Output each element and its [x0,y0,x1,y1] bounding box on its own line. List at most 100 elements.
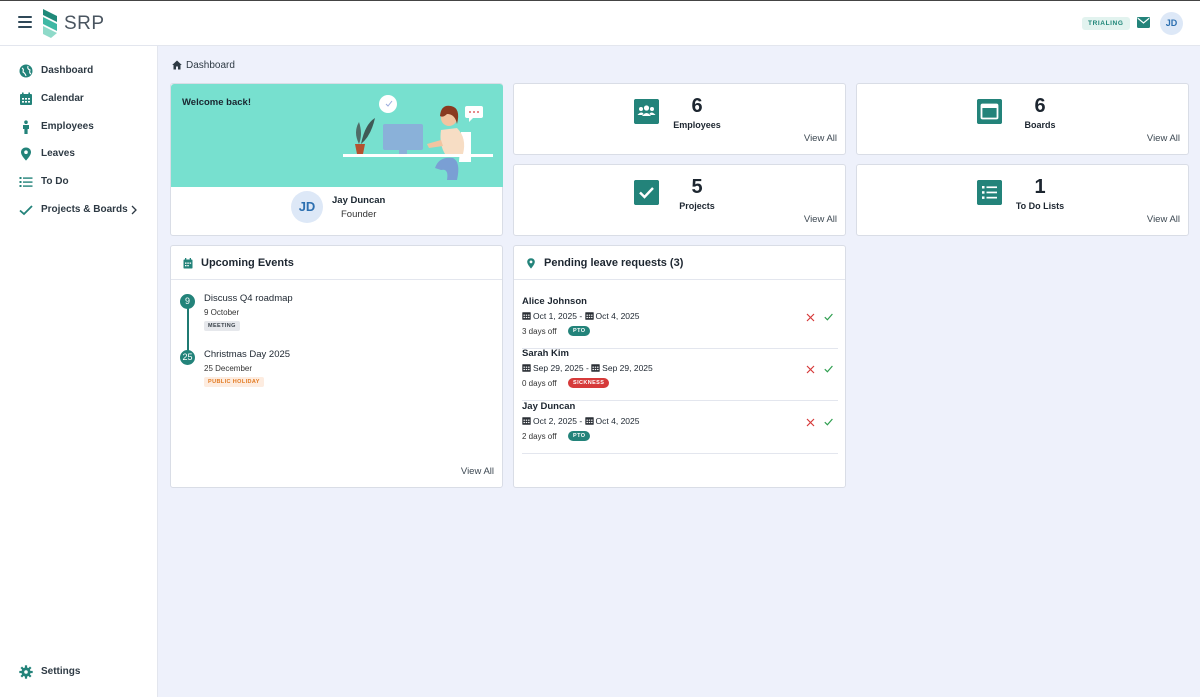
sidebar-item-employees[interactable]: Employees [0,116,157,138]
sidebar-item-label: Leaves [41,148,75,159]
sidebar-item-dashboard[interactable]: Dashboard [0,60,157,82]
upcoming-events-panel: Upcoming Events 9 Discuss Q4 roadmap 9 O… [170,245,503,488]
view-all-link[interactable]: View All [804,133,837,144]
leave-employee-name: Alice Johnson [522,296,587,307]
date-separator: - [579,311,583,321]
pending-leaves-panel: Pending leave requests (3) Alice Johnson… [513,245,846,488]
map-pin-icon [21,147,31,161]
event-date: 25 December [204,364,253,373]
welcome-banner: Welcome back! [171,84,503,187]
sidebar-item-label: Settings [41,666,81,677]
event-day-badge: 25 [180,350,195,365]
sidebar-item-label: Projects & Boards [41,204,128,215]
leave-date-range: Oct 2, 2025 - Oct 4, 2025 [522,416,640,426]
sidebar-item-settings[interactable]: Settings [0,661,157,683]
map-pin-icon [527,258,535,269]
calendar-icon [584,312,594,320]
stat-card-todo-lists: 1 To Do Lists View All [856,164,1189,236]
leave-end-date: Oct 4, 2025 [595,311,640,321]
calendar-icon [522,417,531,425]
leave-request-row: Alice Johnson Oct 1, 2025 - Oct 4, 2025 … [522,296,838,349]
top-bar: SRP TRIALING JD [0,0,1200,46]
leave-date-range: Sep 29, 2025 - Sep 29, 2025 [522,363,653,373]
board-icon [977,99,1002,124]
leave-end-date: Sep 29, 2025 [602,363,653,373]
calendar-icon [20,92,32,105]
stat-card-boards: 6 Boards View All [856,83,1189,155]
reject-icon[interactable] [806,313,815,322]
view-all-link[interactable]: View All [804,214,837,225]
list-icon [977,180,1002,205]
home-icon[interactable] [172,60,182,70]
event-date: 9 October [204,308,240,317]
chevron-right-icon[interactable] [130,204,138,216]
logo-icon [43,9,57,38]
approve-icon[interactable] [824,418,833,426]
checkbox-icon [634,180,659,205]
profile-avatar[interactable]: JD [291,191,323,223]
stat-label: Boards [1024,120,1056,130]
event-title[interactable]: Discuss Q4 roadmap [204,293,293,304]
calendar-icon [584,417,594,425]
mail-icon[interactable] [1137,17,1150,28]
leave-type-badge: PTO [568,431,591,441]
profile-role: Founder [341,209,377,220]
leave-start-date: Oct 1, 2025 [533,311,577,321]
leave-start-date: Oct 2, 2025 [533,416,577,426]
leave-request-row: Sarah Kim Sep 29, 2025 - Sep 29, 2025 0 … [522,348,838,401]
user-avatar[interactable]: JD [1160,12,1183,35]
sidebar: Dashboard Calendar Employees Leaves To D… [0,46,158,697]
sidebar-item-projects-boards[interactable]: Projects & Boards [0,199,157,221]
logo-text[interactable]: SRP [64,13,105,35]
sidebar-item-label: Dashboard [41,65,94,76]
event-tag: MEETING [204,321,240,331]
desk-illustration [343,95,493,180]
view-all-link[interactable]: View All [461,466,494,477]
stat-label: To Do Lists [1015,201,1065,211]
panel-header: Upcoming Events [171,246,502,280]
sidebar-item-label: Employees [41,121,94,132]
welcome-greeting: Welcome back! [182,97,251,108]
stat-label: Employees [673,120,721,130]
stat-value: 6 [691,95,703,117]
event-tag: PUBLIC HOLIDAY [204,377,264,387]
sidebar-item-label: To Do [41,176,69,187]
reject-icon[interactable] [806,365,815,374]
sidebar-item-todo[interactable]: To Do [0,171,157,193]
panel-title: Pending leave requests (3) [544,257,684,269]
profile-name: Jay Duncan [332,195,386,206]
reject-icon[interactable] [806,418,815,427]
leave-employee-name: Jay Duncan [522,401,576,412]
approve-icon[interactable] [824,365,833,373]
leave-type-badge: SICKNESS [568,378,610,388]
leave-days-off: 3 days off [522,327,557,336]
calendar-icon [522,364,531,372]
menu-icon[interactable] [18,16,32,28]
calendar-icon [183,258,193,269]
event-title[interactable]: Christmas Day 2025 [204,349,290,360]
list-icon [19,177,33,187]
stat-card-projects: 5 Projects View All [513,164,846,236]
panel-title: Upcoming Events [201,257,294,269]
breadcrumb-item-dashboard[interactable]: Dashboard [186,60,235,71]
person-icon [23,120,29,134]
calendar-icon [522,312,531,320]
trial-badge: TRIALING [1082,17,1130,30]
approve-icon[interactable] [824,313,833,321]
stat-value: 1 [1034,176,1046,198]
sidebar-item-leaves[interactable]: Leaves [0,143,157,165]
leave-start-date: Sep 29, 2025 [533,363,584,373]
panel-header: Pending leave requests (3) [514,246,845,280]
timeline-line [187,308,189,353]
leave-employee-name: Sarah Kim [522,348,569,359]
welcome-card: Welcome back! JD Jay Duncan Founder [170,83,503,236]
view-all-link[interactable]: View All [1147,214,1180,225]
stat-card-employees: 6 Employees View All [513,83,846,155]
leave-days-off: 0 days off [522,379,557,388]
date-separator: - [585,363,589,373]
calendar-icon [591,364,600,372]
sidebar-item-calendar[interactable]: Calendar [0,88,157,110]
users-icon [634,99,659,124]
view-all-link[interactable]: View All [1147,133,1180,144]
stat-label: Projects [679,201,715,211]
